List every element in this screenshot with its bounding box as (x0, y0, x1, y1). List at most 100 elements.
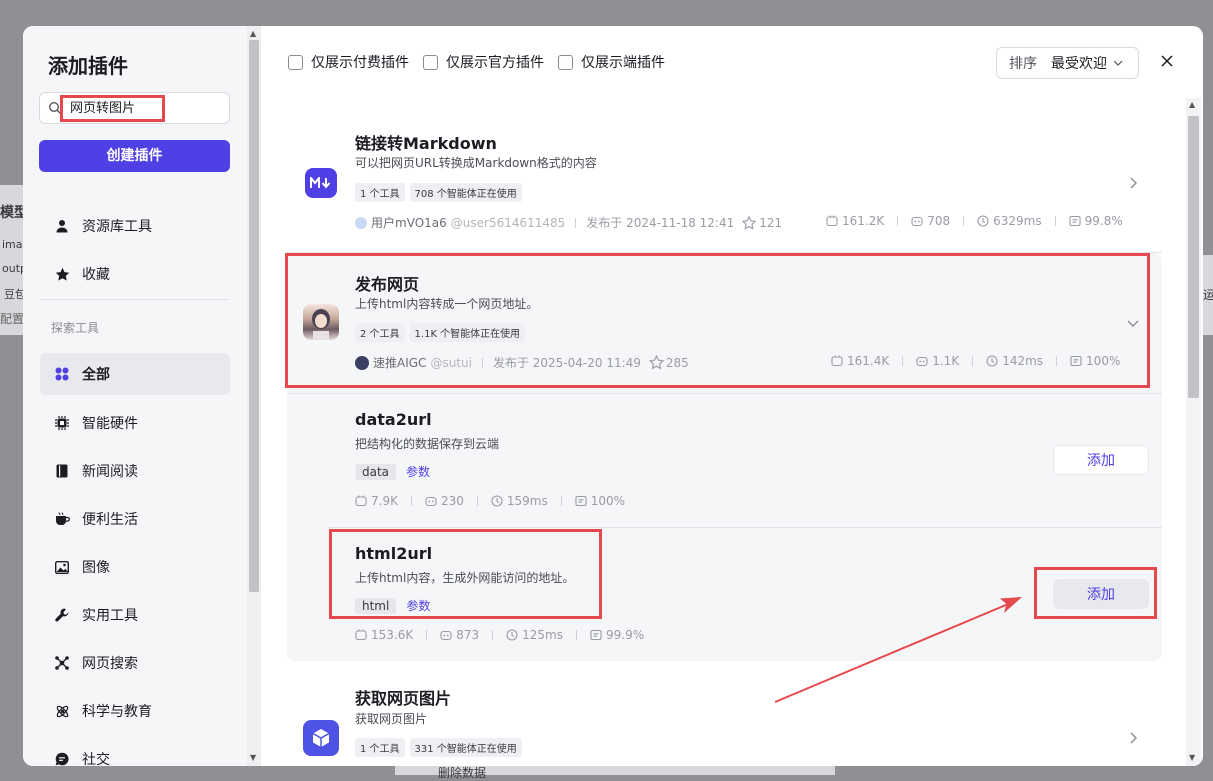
background-label: 运 (1203, 288, 1213, 302)
divider (1054, 216, 1056, 226)
success-stat: 99.8% (1069, 214, 1123, 228)
background-label: ima (2, 238, 23, 251)
calls-value: 7.9K (371, 494, 398, 508)
divider (576, 630, 577, 640)
book-icon (54, 463, 70, 479)
highlight-box (285, 253, 1150, 388)
latency-stat: 6329ms (977, 214, 1042, 228)
sidebar-item-label: 智能硬件 (82, 416, 138, 432)
plugin-description: 获取网页图片 (355, 712, 428, 726)
tag: 1 个工具 (355, 738, 405, 757)
plugin-tags: 1 个工具 331 个智能体正在使用 (355, 738, 527, 757)
bots-value: 230 (440, 494, 464, 508)
tag: 1 个工具 (355, 183, 405, 202)
latency-value: 159ms (506, 494, 548, 508)
filter-official[interactable]: 仅展示官方插件 (423, 52, 544, 72)
sidebar: 添加插件 网页转图片 创建插件 资源库工具 收藏 探索工具 全部 智能硬件 新闻… (23, 26, 247, 766)
sidebar-item-label: 资源库工具 (82, 219, 152, 235)
sidebar-item-label: 全部 (82, 367, 110, 383)
sort-select[interactable]: 排序 最受欢迎 (996, 47, 1139, 79)
message-icon (590, 629, 602, 641)
filter-label: 仅展示付费插件 (311, 55, 409, 71)
sidebar-item-all[interactable]: 全部 (40, 353, 230, 395)
sidebar-item-utilities[interactable]: 实用工具 (40, 594, 230, 636)
network-icon (54, 655, 70, 671)
main-scrollbar-thumb[interactable] (1188, 116, 1199, 398)
bots-stat: 708 (911, 214, 950, 228)
latency-value: 125ms (522, 628, 563, 642)
star-outline-icon[interactable] (742, 215, 757, 230)
sidebar-item-favorites[interactable]: 收藏 (40, 253, 230, 295)
chevron-down-icon (1113, 60, 1123, 66)
tag: 708 个智能体正在使用 (409, 183, 522, 202)
chat-icon (54, 751, 70, 766)
divider (963, 216, 965, 226)
cup-icon (54, 511, 70, 527)
scroll-down-arrow-icon[interactable]: ▼ (1189, 753, 1195, 762)
checkbox[interactable] (288, 54, 303, 70)
close-icon[interactable] (1159, 53, 1175, 69)
params-link[interactable]: 参数 (406, 463, 430, 480)
sidebar-item-label: 社交 (82, 752, 110, 766)
sidebar-item-convenient-life[interactable]: 便利生活 (40, 498, 230, 540)
filter-client[interactable]: 仅展示端插件 (558, 52, 665, 72)
calls-icon (826, 215, 838, 227)
grid-icon (54, 366, 70, 382)
author-handle: @user5614611485 (450, 215, 566, 230)
divider (327, 527, 1162, 528)
divider (560, 496, 562, 506)
success-value: 99.9% (606, 628, 645, 642)
plugin-stats: 161.2K 708 6329ms 99.8% (826, 214, 1123, 228)
sidebar-scrollbar-thumb[interactable] (249, 40, 259, 592)
sidebar-item-web-search[interactable]: 网页搜索 (40, 642, 230, 684)
bots-value: 873 (456, 628, 480, 642)
publish-date: 发布于 2024-11-18 12:41 (586, 216, 735, 230)
divider (897, 216, 899, 226)
message-icon (1069, 215, 1081, 227)
chevron-right-icon[interactable] (1127, 177, 1139, 189)
create-plugin-button[interactable]: 创建插件 (39, 140, 230, 172)
sidebar-item-library-tools[interactable]: 资源库工具 (40, 205, 230, 247)
divider (476, 496, 478, 506)
sidebar-item-social[interactable]: 社交 (40, 738, 230, 766)
sidebar-item-label: 图像 (82, 560, 110, 576)
add-button[interactable]: 添加 (1053, 445, 1149, 475)
bots-stat: 873 (440, 628, 479, 642)
plugin-title: 链接转Markdown (355, 134, 497, 153)
divider (410, 496, 412, 506)
author-name[interactable]: 用户mVO1a6 (371, 214, 447, 231)
calls-stat: 161.2K (826, 214, 884, 228)
sidebar-item-label: 网页搜索 (82, 656, 138, 672)
success-value: 100% (590, 494, 626, 508)
background-label: 配置 (0, 312, 25, 326)
scroll-up-arrow-icon[interactable]: ▲ (1189, 100, 1195, 109)
search-value[interactable]: 网页转图片 (60, 95, 165, 122)
filter-label: 仅展示官方插件 (446, 55, 544, 71)
checkbox[interactable] (558, 54, 573, 70)
tool-params: data 参数 (355, 463, 430, 480)
scroll-down-arrow-icon[interactable]: ▼ (250, 753, 256, 762)
filter-paid[interactable]: 仅展示付费插件 (288, 52, 409, 72)
sidebar-divider (40, 299, 230, 300)
markdown-logo-icon (305, 168, 337, 198)
search-input[interactable]: 网页转图片 (39, 92, 230, 124)
background-label: 删除数据 (438, 766, 487, 780)
success-stat: 100% (575, 494, 625, 508)
bots-value: 708 (927, 214, 951, 228)
scroll-up-arrow-icon[interactable]: ▲ (250, 29, 256, 38)
filter-label: 仅展示端插件 (581, 55, 665, 71)
sidebar-item-image[interactable]: 图像 (40, 546, 230, 588)
chevron-right-icon[interactable] (1127, 732, 1139, 744)
plugin-tags: 1 个工具 708 个智能体正在使用 (355, 183, 527, 202)
latency-stat: 159ms (491, 494, 548, 508)
divider (575, 217, 577, 228)
sidebar-item-news[interactable]: 新闻阅读 (40, 450, 230, 492)
calls-stat: 7.9K (355, 494, 398, 508)
calls-stat: 153.6K (355, 628, 413, 642)
sidebar-item-smart-hardware[interactable]: 智能硬件 (40, 402, 230, 444)
calls-value: 153.6K (371, 628, 414, 642)
tool-description: 把结构化的数据保存到云端 (355, 437, 500, 451)
sidebar-item-label: 新闻阅读 (82, 464, 138, 480)
checkbox[interactable] (423, 54, 438, 70)
sidebar-item-science-education[interactable]: 科学与教育 (40, 690, 230, 732)
